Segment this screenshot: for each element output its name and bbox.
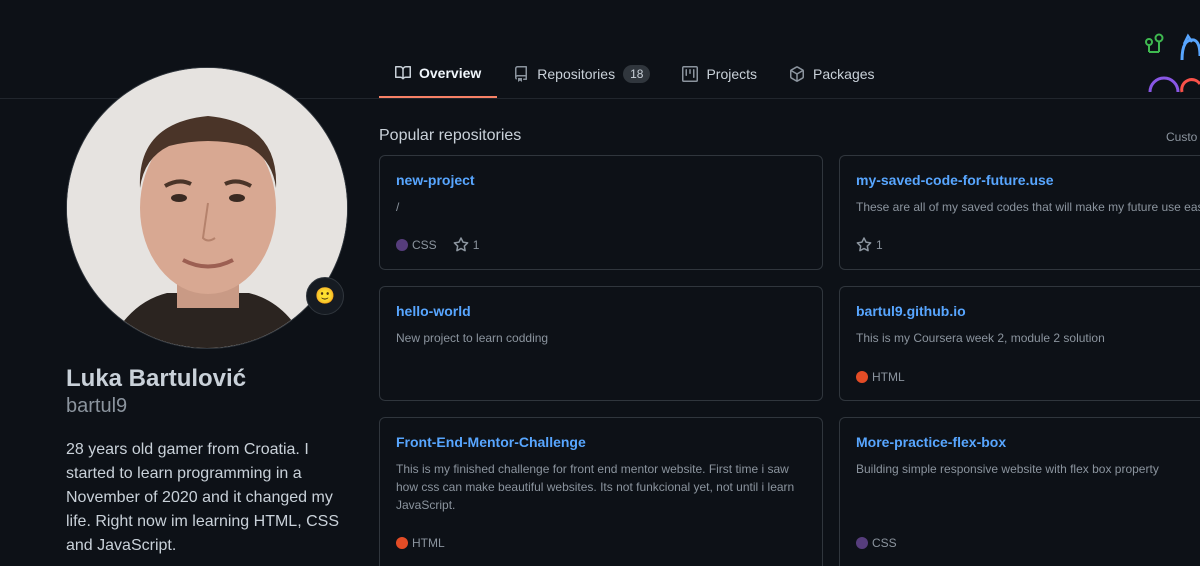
repo-meta: CSS — [856, 536, 897, 550]
profile-fullname: Luka Bartulović — [66, 365, 247, 392]
repo-language-label: CSS — [872, 536, 897, 550]
book-icon — [395, 65, 411, 80]
popular-repositories-heading: Popular repositories — [379, 127, 522, 144]
repo-stars-link[interactable]: 1 — [453, 237, 480, 253]
repo-card: More-practice-flex-box Building simple r… — [839, 417, 1200, 566]
star-icon — [856, 237, 872, 252]
tab-packages-label: Packages — [813, 66, 875, 82]
language-color-dot — [856, 537, 868, 549]
profile-tabs: Overview Repositories 18 Projects Packag… — [379, 50, 891, 99]
repo-card: Front-End-Mentor-Challenge This is my fi… — [379, 417, 823, 566]
language-color-dot — [856, 371, 868, 383]
repo-card: hello-world New project to learn codding — [379, 286, 823, 401]
tab-overview-label: Overview — [419, 65, 482, 81]
repo-meta: 1 — [856, 237, 883, 253]
tab-projects-label: Projects — [706, 66, 758, 82]
repo-link[interactable]: new-project — [396, 172, 806, 188]
repo-description: This is my Coursera week 2, module 2 sol… — [856, 331, 1105, 345]
tab-packages[interactable]: Packages — [773, 50, 890, 98]
repo-stars-count: 1 — [472, 238, 480, 252]
avatar-portrait-image — [67, 68, 347, 348]
repo-icon — [515, 66, 528, 82]
repositories-count-badge: 18 — [623, 65, 651, 83]
avatar[interactable] — [66, 67, 348, 349]
repo-meta: HTML — [396, 536, 445, 550]
repo-language: HTML — [856, 370, 905, 384]
repo-description: New project to learn codding — [396, 331, 549, 345]
repo-card: new-project / CSS 1 — [379, 155, 823, 270]
repo-language: CSS — [396, 238, 437, 252]
package-icon — [790, 66, 805, 82]
repo-language: CSS — [856, 536, 897, 550]
avatar-container: 🙂 — [66, 67, 348, 349]
repo-description: / — [396, 200, 400, 214]
project-icon — [682, 66, 699, 82]
repo-link[interactable]: Front-End-Mentor-Challenge — [396, 434, 806, 450]
repo-description: These are all of my saved codes that wil… — [856, 200, 1200, 214]
status-emoji-button[interactable]: 🙂 — [306, 277, 344, 315]
repo-link[interactable]: my-saved-code-for-future.use — [856, 172, 1184, 188]
tab-repositories-label: Repositories — [537, 66, 616, 82]
profile-username: bartul9 — [66, 395, 128, 417]
repo-link[interactable]: bartul9.github.io — [856, 303, 1184, 319]
repo-description: This is my finished challenge for front … — [396, 462, 795, 512]
repo-link[interactable]: hello-world — [396, 303, 806, 319]
language-color-dot — [396, 239, 408, 251]
repo-language-label: CSS — [412, 238, 437, 252]
language-color-dot — [396, 537, 408, 549]
octocat-illustration-icon — [1145, 33, 1200, 93]
repo-card: my-saved-code-for-future.use These are a… — [839, 155, 1200, 270]
smiley-icon: 🙂 — [315, 288, 335, 305]
profile-bio: 28 years old gamer from Croatia. I start… — [66, 441, 339, 554]
repo-link[interactable]: More-practice-flex-box — [856, 434, 1184, 450]
star-icon — [453, 237, 469, 252]
customize-pins-link[interactable]: Custo — [1166, 130, 1197, 144]
repo-language-label: HTML — [412, 536, 445, 550]
repo-card: bartul9.github.io This is my Coursera we… — [839, 286, 1200, 401]
repo-meta: CSS 1 — [396, 237, 479, 253]
tab-projects[interactable]: Projects — [666, 50, 773, 98]
repo-description: Building simple responsive website with … — [856, 462, 1159, 476]
repo-meta: HTML — [856, 370, 905, 384]
repo-stars-count: 1 — [876, 238, 883, 252]
tab-repositories[interactable]: Repositories 18 — [497, 50, 666, 98]
profile-sidebar: 🙂 Luka Bartulović bartul9 28 years old g… — [66, 67, 356, 558]
repo-language: HTML — [396, 536, 445, 550]
repo-language-label: HTML — [872, 370, 905, 384]
repo-stars-link[interactable]: 1 — [856, 237, 883, 253]
tab-overview[interactable]: Overview — [379, 50, 498, 98]
